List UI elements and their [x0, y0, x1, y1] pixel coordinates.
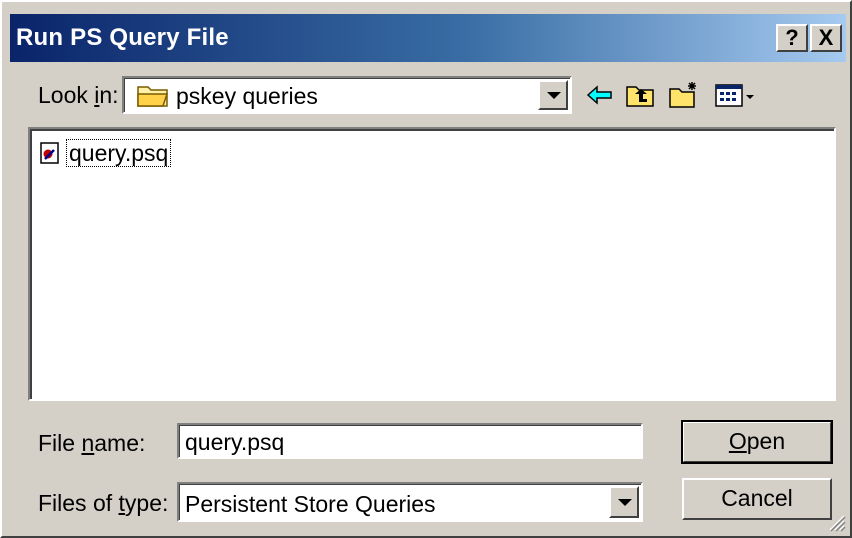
open-button[interactable]: Open — [681, 420, 833, 464]
file-list[interactable]: query.psq — [28, 127, 836, 401]
file-type-label: Files of type: — [38, 490, 169, 516]
look-in-dropdown-button[interactable] — [538, 80, 568, 110]
cancel-button[interactable]: Cancel — [682, 478, 832, 520]
chevron-down-icon — [547, 92, 561, 99]
close-button[interactable]: X — [810, 24, 842, 52]
look-in-label: Look in: — [38, 82, 119, 108]
look-in-value: pskey queries — [176, 83, 318, 109]
folder-icon — [137, 86, 169, 107]
chevron-down-icon — [618, 499, 632, 506]
file-type-dropdown-button[interactable] — [609, 486, 639, 518]
file-type-value: Persistent Store Queries — [185, 491, 436, 517]
new-folder-icon[interactable] — [668, 80, 700, 110]
file-name-query[interactable]: query.psq — [66, 139, 172, 167]
psq-file-icon — [40, 142, 59, 164]
window-title: Run PS Query File — [16, 24, 229, 51]
file-name-label: File name: — [38, 430, 146, 456]
run-ps-query-dialog: Run PS Query File ? X Look in: pskey que… — [0, 0, 852, 538]
title-bar[interactable]: Run PS Query File ? X — [10, 14, 846, 62]
resize-grip-icon[interactable] — [826, 512, 846, 532]
view-menu-icon[interactable] — [714, 80, 758, 110]
look-in-dropdown[interactable]: pskey queries — [122, 76, 572, 114]
file-name-value: query.psq — [185, 429, 285, 455]
file-name-input[interactable]: query.psq — [177, 423, 643, 459]
back-arrow-icon[interactable] — [584, 80, 616, 110]
file-type-dropdown[interactable]: Persistent Store Queries — [177, 482, 643, 522]
up-folder-icon[interactable] — [624, 80, 656, 110]
help-button[interactable]: ? — [776, 24, 808, 52]
